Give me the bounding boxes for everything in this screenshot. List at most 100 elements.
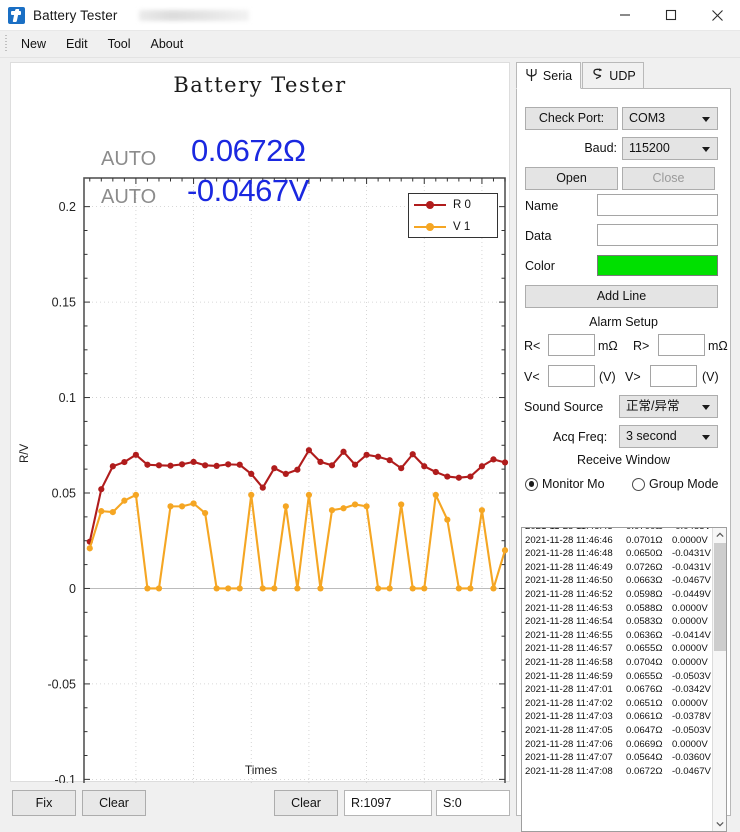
log-resistance: 0.0647Ω	[626, 724, 663, 736]
scroll-down-icon[interactable]	[713, 817, 726, 831]
log-voltage: -0.0503V	[672, 670, 711, 682]
tab-serial[interactable]: Seria	[516, 62, 581, 89]
open-port-button[interactable]: Open	[525, 167, 618, 190]
log-resistance: 0.0701Ω	[626, 534, 663, 546]
baud-select[interactable]: 115200	[622, 137, 718, 160]
log-scrollbar[interactable]	[712, 528, 726, 831]
alarm-setup-title: Alarm Setup	[589, 315, 658, 329]
log-row[interactable]: 2021-11-28 11:46:46 0.0701Ω 0.0000V	[522, 534, 714, 548]
log-row[interactable]: 2021-11-28 11:46:49 0.0726Ω -0.0431V	[522, 561, 714, 575]
log-voltage: 0.0000V	[672, 643, 708, 655]
log-row[interactable]: 2021-11-28 11:47:02 0.0651Ω 0.0000V	[522, 697, 714, 711]
log-resistance: 0.0669Ω	[626, 738, 663, 750]
log-timestamp: 2021-11-28 11:46:53	[525, 602, 613, 614]
log-row[interactable]: 2021-11-28 11:46:59 0.0655Ω -0.0503V	[522, 670, 714, 684]
log-row[interactable]: 2021-11-28 11:46:52 0.0598Ω -0.0449V	[522, 588, 714, 602]
acq-freq-label: Acq Freq:	[553, 430, 608, 444]
log-row[interactable]: 2021-11-28 11:46:57 0.0655Ω 0.0000V	[522, 642, 714, 656]
title-bar: Battery Tester	[0, 0, 740, 31]
radio-group-mode[interactable]: Group Mode	[632, 477, 718, 491]
menu-item-about[interactable]: About	[142, 34, 193, 54]
clear-chart-button[interactable]: Clear	[82, 790, 146, 816]
log-row[interactable]: 2021-11-28 11:47:03 0.0661Ω -0.0378V	[522, 710, 714, 724]
tab-udp[interactable]: UDP	[582, 62, 644, 89]
menu-item-new[interactable]: New	[12, 34, 55, 54]
log-resistance: 0.0726Ω	[626, 561, 663, 573]
log-row[interactable]: 2021-11-28 11:46:53 0.0588Ω 0.0000V	[522, 602, 714, 616]
data-input[interactable]	[597, 224, 718, 246]
tab-strip: Seria UDP	[516, 62, 731, 89]
log-timestamp: 2021-11-28 11:47:02	[525, 697, 613, 709]
v-high-unit: (V)	[702, 370, 719, 384]
r-high-unit: mΩ	[708, 339, 728, 353]
r-low-input[interactable]	[548, 334, 595, 356]
legend-entry-r0: R 0	[409, 194, 497, 216]
sound-source-label: Sound Source	[524, 400, 604, 414]
fix-button[interactable]: Fix	[12, 790, 76, 816]
scrollbar-thumb[interactable]	[714, 543, 726, 651]
log-row[interactable]: 2021-11-28 11:47:07 0.0564Ω -0.0360V	[522, 751, 714, 765]
log-voltage: -0.0414V	[672, 629, 711, 641]
resistance-readout: 0.0672Ω	[191, 133, 306, 168]
add-line-button[interactable]: Add Line	[525, 285, 718, 308]
log-row[interactable]: 2021-11-28 11:46:58 0.0704Ω 0.0000V	[522, 656, 714, 670]
close-icon[interactable]	[694, 0, 740, 31]
chart-plot[interactable]: 10152025303540-0.1-0.0500.050.10.150.2	[11, 63, 511, 783]
chart-panel: Battery Tester 10152025303540-0.1-0.0500…	[10, 62, 511, 783]
log-resistance: 0.0588Ω	[626, 602, 663, 614]
log-timestamp: 2021-11-28 11:46:46	[525, 534, 613, 546]
radio-monitor-mode[interactable]: Monitor Mo	[525, 477, 605, 491]
chart-y-axis-label: R/V	[19, 443, 31, 463]
v-high-input[interactable]	[650, 365, 697, 387]
r-high-input[interactable]	[658, 334, 705, 356]
v-low-input[interactable]	[548, 365, 595, 387]
log-voltage: 0.0000V	[672, 616, 708, 628]
tab-udp-label: UDP	[609, 68, 636, 83]
application-window: Battery Tester New Edit Tool About Batte…	[0, 0, 740, 832]
close-port-button[interactable]: Close	[622, 167, 715, 190]
minimize-icon[interactable]	[602, 0, 648, 31]
clear-log-button[interactable]: Clear	[274, 790, 338, 816]
chart-x-axis-label: Times	[244, 763, 278, 777]
sound-source-select[interactable]: 正常/异常	[619, 395, 718, 418]
legend-label-r0: R 0	[453, 199, 471, 211]
color-swatch[interactable]	[597, 255, 718, 276]
menu-grip-handle[interactable]	[3, 35, 10, 53]
log-voltage: 0.0000V	[672, 697, 708, 709]
acq-freq-select[interactable]: 3 second	[619, 425, 718, 448]
log-voltage: -0.0503V	[672, 724, 711, 736]
radio-monitor-mode-label: Monitor Mo	[542, 477, 605, 491]
svg-text:0.15: 0.15	[52, 296, 76, 310]
log-voltage: 0.0000V	[672, 738, 708, 750]
v-low-unit: (V)	[599, 370, 616, 384]
menu-item-tool[interactable]: Tool	[99, 34, 140, 54]
sound-source-value: 正常/异常	[626, 399, 680, 413]
svg-text:0: 0	[69, 582, 76, 596]
log-row[interactable]: 2021-11-28 11:47:01 0.0676Ω -0.0342V	[522, 683, 714, 697]
log-resistance: 0.0655Ω	[626, 643, 663, 655]
log-row[interactable]: 2021-11-28 11:46:48 0.0650Ω -0.0431V	[522, 547, 714, 561]
log-row[interactable]: 2021-11-28 11:47:08 0.0672Ω -0.0467V	[522, 765, 714, 779]
menu-item-edit[interactable]: Edit	[57, 34, 97, 54]
log-timestamp: 2021-11-28 11:47:01	[525, 684, 613, 696]
log-row[interactable]: 2021-11-28 11:46:55 0.0636Ω -0.0414V	[522, 629, 714, 643]
log-row[interactable]: 2021-11-28 11:46:50 0.0663Ω -0.0467V	[522, 574, 714, 588]
r-low-label: R<	[524, 339, 541, 353]
log-voltage: -0.0485V	[672, 528, 716, 534]
name-label: Name	[525, 199, 559, 213]
scroll-up-icon[interactable]	[713, 528, 726, 542]
maximize-icon[interactable]	[648, 0, 694, 31]
port-select[interactable]: COM3	[622, 107, 718, 130]
log-resistance: 0.0672Ω	[626, 765, 663, 777]
legend-entry-v1: V 1	[409, 216, 497, 238]
log-row[interactable]: 2021-11-28 11:46:54 0.0583Ω 0.0000V	[522, 615, 714, 629]
log-row[interactable]: 2021-11-28 11:47:06 0.0669Ω 0.0000V	[522, 738, 714, 752]
radio-group-mode-label: Group Mode	[649, 477, 719, 491]
log-row[interactable]: 2021-11-28 11:47:05 0.0647Ω -0.0503V	[522, 724, 714, 738]
r-low-unit: mΩ	[598, 339, 618, 353]
check-port-button[interactable]: Check Port:	[525, 107, 618, 130]
legend-label-v1: V 1	[453, 221, 471, 233]
name-input[interactable]	[597, 194, 718, 216]
receive-log-list[interactable]: 2021-11-28 11:46:450.0700Ω-0.0485V2021-1…	[521, 527, 727, 832]
log-row[interactable]: 2021-11-28 11:46:450.0700Ω-0.0485V	[522, 528, 716, 534]
